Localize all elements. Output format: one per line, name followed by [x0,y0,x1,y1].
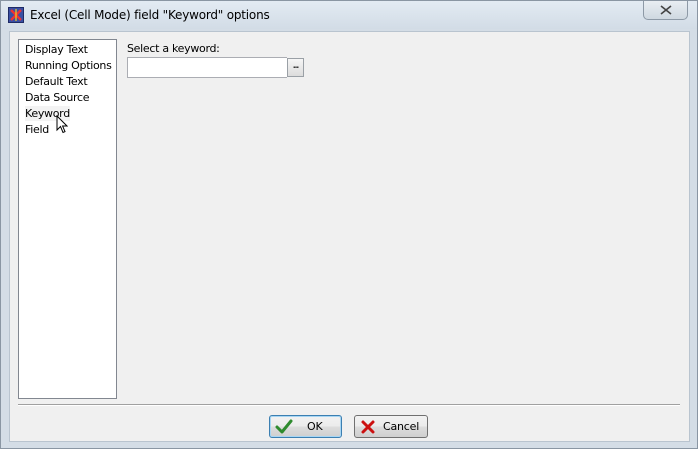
keyword-input[interactable] [127,57,287,78]
nav-item-display-text[interactable]: Display Text [25,42,88,57]
dialog-body: Display Text Running Options Default Tex… [9,31,690,442]
app-logo-icon [8,7,24,23]
checkmark-icon [275,419,293,438]
nav-item-keyword[interactable]: Keyword [25,106,70,121]
close-button[interactable] [643,1,688,20]
title-bar[interactable]: Excel (Cell Mode) field "Keyword" option… [1,1,697,29]
close-icon [660,5,672,15]
options-list: Display Text Running Options Default Tex… [18,39,117,399]
ok-button[interactable]: OK [269,415,342,438]
window-title: Excel (Cell Mode) field "Keyword" option… [30,8,270,22]
nav-item-field[interactable]: Field [25,122,49,137]
ok-button-label: OK [307,420,323,433]
nav-item-running-options[interactable]: Running Options [25,58,112,73]
nav-item-data-source[interactable]: Data Source [25,90,90,105]
keyword-label: Select a keyword: [127,42,220,55]
keyword-browse-button[interactable]: ... [287,58,304,77]
nav-item-default-text[interactable]: Default Text [25,74,88,89]
cancel-button[interactable]: Cancel [354,415,428,438]
dialog-window: Excel (Cell Mode) field "Keyword" option… [0,0,698,449]
x-icon [360,419,376,438]
cancel-button-label: Cancel [383,420,420,433]
button-separator [18,404,680,406]
